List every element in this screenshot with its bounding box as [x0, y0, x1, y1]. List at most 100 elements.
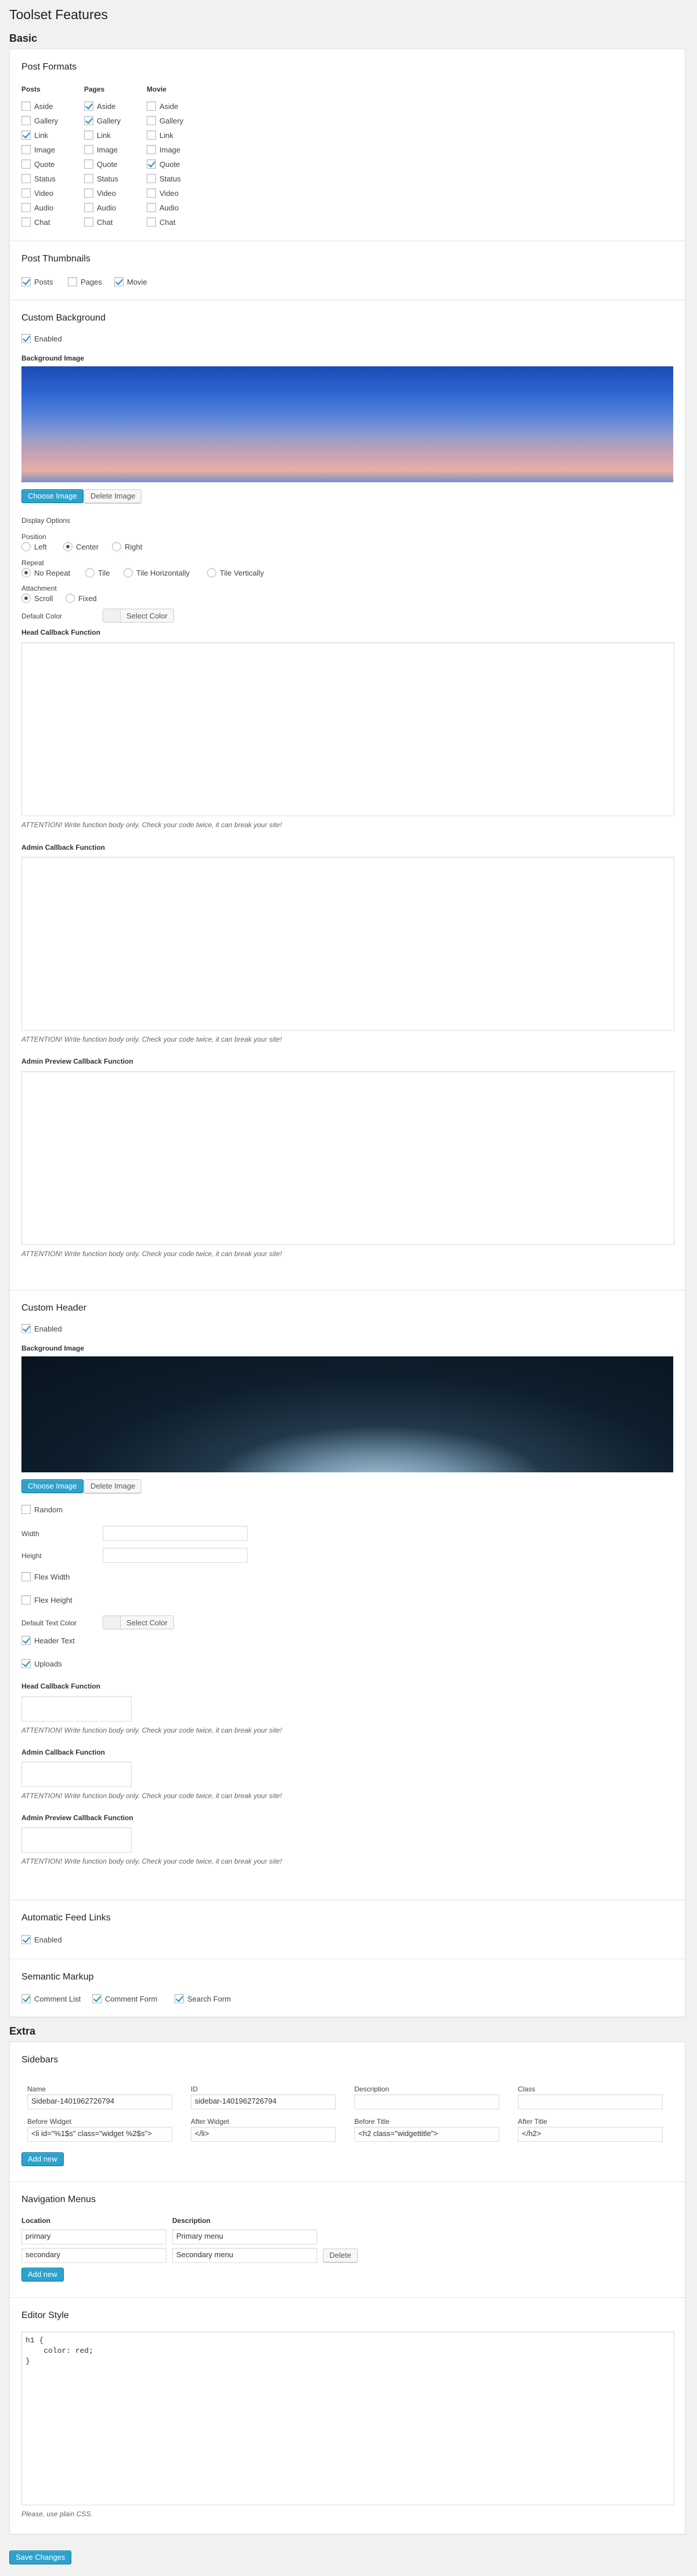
post-format-posts-link-checkbox[interactable] — [21, 130, 31, 140]
header-enabled-checkbox[interactable] — [21, 1324, 31, 1333]
sidebar-class-input[interactable] — [518, 2094, 663, 2109]
post-format-posts-aside-checkbox[interactable] — [21, 101, 31, 111]
hd-admin-callback-textarea[interactable] — [21, 1762, 132, 1787]
before-title-input[interactable]: <h2 class="widgettitle"> — [354, 2127, 499, 2142]
repeat-tile-horizontally-radio[interactable] — [124, 568, 133, 577]
position-right-radio[interactable] — [112, 542, 121, 551]
after-widget-input[interactable]: </li> — [191, 2127, 336, 2142]
sidebar-name-input[interactable]: Sidebar-1401962726794 — [27, 2094, 172, 2109]
thumbnails-posts-label: Posts — [34, 278, 53, 286]
background-image-preview — [21, 366, 673, 482]
sidebar-description-input[interactable] — [354, 2094, 499, 2109]
post-format-posts-status-checkbox[interactable] — [21, 174, 31, 183]
post-format-pages-aside-checkbox[interactable] — [84, 101, 93, 111]
post-format-label: Video — [97, 189, 117, 198]
hd-preview-callback-textarea[interactable] — [21, 1827, 132, 1853]
post-format-pages-video-checkbox[interactable] — [84, 188, 93, 198]
post-format-label: Link — [34, 131, 48, 140]
post-format-movie-aside-checkbox[interactable] — [147, 101, 156, 111]
post-format-label: Quote — [159, 160, 180, 169]
repeat-none-radio[interactable] — [21, 568, 31, 577]
post-format-label: Status — [97, 174, 118, 183]
repeat-tile-radio[interactable] — [85, 568, 95, 577]
attachment-fixed-radio[interactable] — [66, 594, 75, 603]
nav-location-input-primary[interactable]: primary — [21, 2229, 166, 2244]
bg-preview-callback-textarea[interactable] — [21, 1071, 674, 1245]
post-format-pages-status-checkbox[interactable] — [84, 174, 93, 183]
bg-admin-callback-textarea[interactable] — [21, 857, 674, 1031]
nav-description-input-primary[interactable]: Primary menu — [172, 2229, 317, 2244]
header-flex-height-checkbox[interactable] — [21, 1595, 31, 1604]
before-widget-input[interactable]: <li id="%1$s" class="widget %2$s"> — [27, 2127, 172, 2142]
post-format-movie-chat-checkbox[interactable] — [147, 217, 156, 227]
header-delete-image-button[interactable]: Delete Image — [84, 1479, 142, 1493]
before-widget-label: Before Widget — [27, 2117, 72, 2126]
post-format-movie-audio-checkbox[interactable] — [147, 203, 156, 212]
feed-links-enabled-checkbox[interactable] — [21, 1935, 31, 1944]
header-image-preview — [21, 1356, 673, 1472]
background-choose-image-button[interactable]: Choose Image — [21, 489, 84, 503]
background-enabled-label: Enabled — [34, 334, 62, 343]
post-format-movie-video-checkbox[interactable] — [147, 188, 156, 198]
post-format-pages-link-checkbox[interactable] — [84, 130, 93, 140]
post-format-label: Aside — [97, 102, 116, 111]
header-random-checkbox[interactable] — [21, 1505, 31, 1514]
header-flex-width-checkbox[interactable] — [21, 1572, 31, 1581]
post-format-posts-video-checkbox[interactable] — [21, 188, 31, 198]
sidebar-id-input[interactable]: sidebar-1401962726794 — [191, 2094, 336, 2109]
save-changes-button[interactable]: Save Changes — [9, 2550, 72, 2564]
after-title-input[interactable]: </h2> — [518, 2127, 663, 2142]
post-formats-title: Post Formats — [21, 62, 77, 72]
thumbnails-pages-checkbox[interactable] — [68, 277, 77, 286]
background-delete-image-button[interactable]: Delete Image — [84, 489, 142, 503]
search-form-label: Search Form — [187, 1995, 231, 2003]
position-left-radio[interactable] — [21, 542, 31, 551]
search-form-checkbox[interactable] — [175, 1994, 184, 2003]
nav-delete-button[interactable]: Delete — [323, 2248, 358, 2262]
post-format-movie-status-checkbox[interactable] — [147, 174, 156, 183]
post-format-posts-image-checkbox[interactable] — [21, 145, 31, 154]
post-format-movie-image-checkbox[interactable] — [147, 145, 156, 154]
bg-admin-callback-note: ATTENTION! Write function body only. Che… — [21, 1035, 282, 1043]
header-text-checkbox[interactable] — [21, 1636, 31, 1645]
comment-form-checkbox[interactable] — [92, 1994, 101, 2003]
sidebar-add-new-button[interactable]: Add new — [21, 2152, 64, 2166]
hd-head-callback-textarea[interactable] — [21, 1696, 132, 1722]
nav-description-input-secondary[interactable]: Secondary menu — [172, 2248, 317, 2263]
header-choose-image-button[interactable]: Choose Image — [21, 1479, 84, 1493]
post-format-label: Chat — [34, 218, 50, 227]
post-format-posts-audio-checkbox[interactable] — [21, 203, 31, 212]
background-enabled-checkbox[interactable] — [21, 334, 31, 343]
post-format-pages-gallery-checkbox[interactable] — [84, 116, 93, 125]
post-format-movie-gallery-checkbox[interactable] — [147, 116, 156, 125]
editor-style-textarea[interactable]: h1 { color: red; } — [21, 2331, 674, 2505]
post-format-label: Chat — [97, 218, 113, 227]
thumbnails-posts-checkbox[interactable] — [21, 277, 31, 286]
position-center-radio[interactable] — [63, 542, 72, 551]
comment-list-checkbox[interactable] — [21, 1994, 31, 2003]
post-format-movie-link-checkbox[interactable] — [147, 130, 156, 140]
bg-head-callback-textarea[interactable] — [21, 642, 674, 816]
attachment-scroll-radio[interactable] — [21, 594, 31, 603]
post-format-pages-image-checkbox[interactable] — [84, 145, 93, 154]
post-format-pages-audio-checkbox[interactable] — [84, 203, 93, 212]
background-color-picker[interactable]: Select Color — [103, 609, 174, 623]
post-format-label: Gallery — [159, 117, 184, 125]
header-uploads-checkbox[interactable] — [21, 1659, 31, 1668]
post-format-pages-quote-checkbox[interactable] — [84, 159, 93, 169]
post-format-movie-quote-checkbox[interactable] — [147, 159, 156, 169]
thumbnails-movie-checkbox[interactable] — [114, 277, 124, 286]
sidebar-name-label: Name — [27, 2085, 46, 2093]
nav-location-input-secondary[interactable]: secondary — [21, 2248, 166, 2263]
post-format-posts-chat-checkbox[interactable] — [21, 217, 31, 227]
after-widget-label: After Widget — [191, 2117, 230, 2126]
post-format-pages-chat-checkbox[interactable] — [84, 217, 93, 227]
hd-head-callback-note: ATTENTION! Write function body only. Che… — [21, 1726, 282, 1734]
header-height-input[interactable] — [103, 1548, 248, 1563]
repeat-tile-vertically-radio[interactable] — [207, 568, 216, 577]
post-format-posts-gallery-checkbox[interactable] — [21, 116, 31, 125]
header-color-picker[interactable]: Select Color — [103, 1616, 174, 1629]
post-format-posts-quote-checkbox[interactable] — [21, 159, 31, 169]
header-width-input[interactable] — [103, 1526, 248, 1541]
nav-add-new-button[interactable]: Add new — [21, 2268, 64, 2282]
